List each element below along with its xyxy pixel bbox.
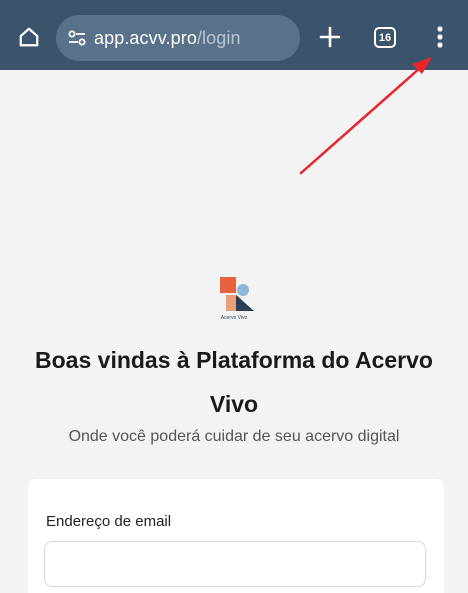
- url-host: app.acvv.pro: [94, 27, 197, 48]
- tab-count: 16: [378, 31, 392, 44]
- site-info-button[interactable]: [66, 27, 88, 49]
- plus-icon: [319, 26, 341, 48]
- page-subtitle: Onde você poderá cuidar de seu acervo di…: [68, 428, 400, 445]
- home-button[interactable]: [14, 22, 44, 52]
- address-bar[interactable]: app.acvv.pro/login: [56, 15, 300, 61]
- tab-switcher-button[interactable]: 16: [374, 27, 396, 48]
- url-text[interactable]: app.acvv.pro/login: [94, 28, 241, 49]
- tune-icon: [68, 30, 86, 46]
- home-icon: [19, 27, 39, 47]
- page-title: Boas vindas à Plataforma do Acervo Vivo: [35, 347, 433, 417]
- new-tab-button[interactable]: [316, 23, 344, 51]
- more-vert-icon: [437, 26, 443, 48]
- browser-toolbar: app.acvv.pro/login 16: [0, 0, 468, 70]
- login-card: Endereço de email: [28, 479, 444, 593]
- url-path: /login: [196, 27, 241, 48]
- browser-menu-button[interactable]: [428, 22, 452, 52]
- email-field[interactable]: [44, 541, 426, 587]
- email-label: Endereço de email: [46, 513, 172, 530]
- logo-caption: Acervo Vivo: [220, 315, 248, 321]
